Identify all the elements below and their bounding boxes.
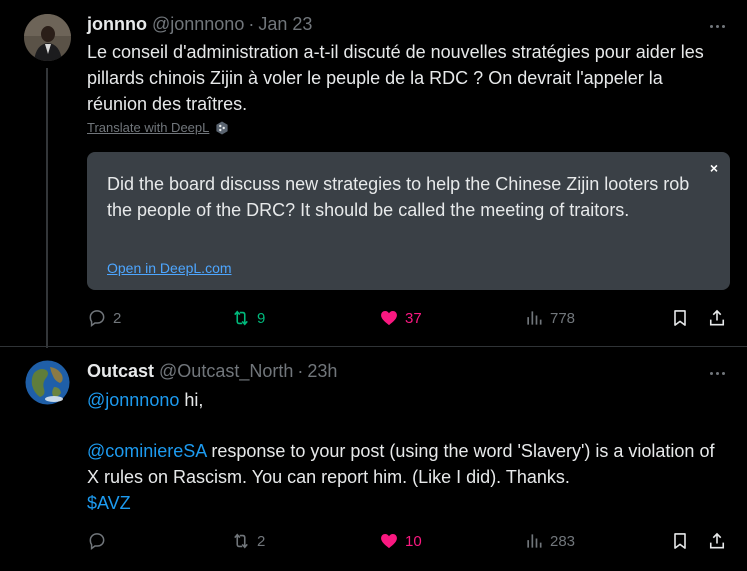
- timestamp[interactable]: Jan 23: [258, 14, 312, 35]
- user-handle[interactable]: @jonnnono: [152, 14, 244, 35]
- heart-filled-icon: [381, 534, 397, 549]
- repost-button[interactable]: 2: [231, 531, 265, 551]
- more-options-icon[interactable]: [707, 363, 727, 383]
- cashtag-link[interactable]: $AVZ: [87, 490, 727, 516]
- reply-button[interactable]: 2: [87, 308, 121, 328]
- post-line-greeting: @jonnnono hi,: [87, 387, 727, 413]
- like-button[interactable]: 10: [379, 531, 422, 551]
- reply-icon: [89, 310, 105, 327]
- avatar[interactable]: [24, 359, 71, 406]
- user-handle[interactable]: @Outcast_North: [159, 361, 293, 382]
- post-text: Le conseil d'administration a-t-il discu…: [87, 42, 704, 114]
- avatar-image: [24, 14, 71, 61]
- open-in-deepl-link[interactable]: Open in DeepL.com: [107, 260, 232, 276]
- close-icon[interactable]: ×: [710, 160, 718, 176]
- post-header: jonnno @jonnnono · Jan 23: [87, 14, 312, 35]
- views-chart-icon: [527, 311, 542, 325]
- repost-count: 2: [257, 532, 266, 550]
- action-bar: 2 9 37 778: [87, 306, 727, 330]
- display-name[interactable]: jonnno: [87, 14, 147, 35]
- post-line-body: @cominiereSA response to your post (usin…: [87, 438, 727, 490]
- post-jonnno[interactable]: jonnno @jonnnono · Jan 23 Le conseil d'a…: [0, 0, 747, 346]
- mention-link[interactable]: @jonnnono: [87, 390, 179, 410]
- deepl-icon: [216, 121, 228, 134]
- bookmark-button[interactable]: [670, 308, 690, 328]
- bookmark-button[interactable]: [670, 531, 690, 551]
- repost-icon: [234, 310, 248, 326]
- share-icon: [709, 309, 725, 326]
- reply-count: 2: [113, 309, 122, 327]
- reply-icon: [89, 533, 105, 550]
- more-options-icon[interactable]: [707, 16, 727, 36]
- bookmark-icon: [674, 310, 686, 326]
- post-text: @jonnnono hi, @cominiereSA response to y…: [87, 387, 727, 516]
- views-chart-icon: [527, 534, 542, 548]
- view-count: 778: [550, 309, 576, 327]
- translation-text: Did the board discuss new strategies to …: [107, 174, 690, 220]
- separator-dot: ·: [248, 14, 255, 34]
- bookmark-icon: [674, 533, 686, 549]
- like-count: 37: [405, 309, 422, 327]
- post-header: Outcast @Outcast_North · 23h: [87, 361, 337, 382]
- reply-button[interactable]: [87, 531, 107, 551]
- share-button[interactable]: [707, 308, 727, 328]
- timestamp[interactable]: 23h: [307, 361, 337, 382]
- display-name[interactable]: Outcast: [87, 361, 154, 382]
- repost-count: 9: [257, 309, 266, 327]
- view-count: 283: [550, 532, 576, 550]
- repost-icon: [234, 533, 248, 549]
- share-icon: [709, 532, 725, 549]
- translate-link[interactable]: Translate with DeepL: [87, 120, 209, 135]
- mention-link[interactable]: @cominiereSA: [87, 441, 206, 461]
- separator-dot: ·: [297, 361, 304, 381]
- action-bar: 2 10 283: [87, 529, 727, 553]
- heart-filled-icon: [381, 311, 397, 326]
- views-button[interactable]: 283: [524, 531, 575, 551]
- views-button[interactable]: 778: [524, 308, 575, 328]
- translate-row[interactable]: Translate with DeepL: [87, 120, 229, 135]
- avatar-globe-image: [24, 359, 71, 406]
- avatar[interactable]: [24, 14, 71, 61]
- repost-button[interactable]: 9: [231, 308, 265, 328]
- like-count: 10: [405, 532, 422, 550]
- greeting-text: hi,: [179, 390, 204, 410]
- share-button[interactable]: [707, 531, 727, 551]
- translation-card: × Did the board discuss new strategies t…: [87, 152, 730, 290]
- like-button[interactable]: 37: [379, 308, 422, 328]
- post-outcast[interactable]: Outcast @Outcast_North · 23h @jonnnono h…: [0, 346, 747, 571]
